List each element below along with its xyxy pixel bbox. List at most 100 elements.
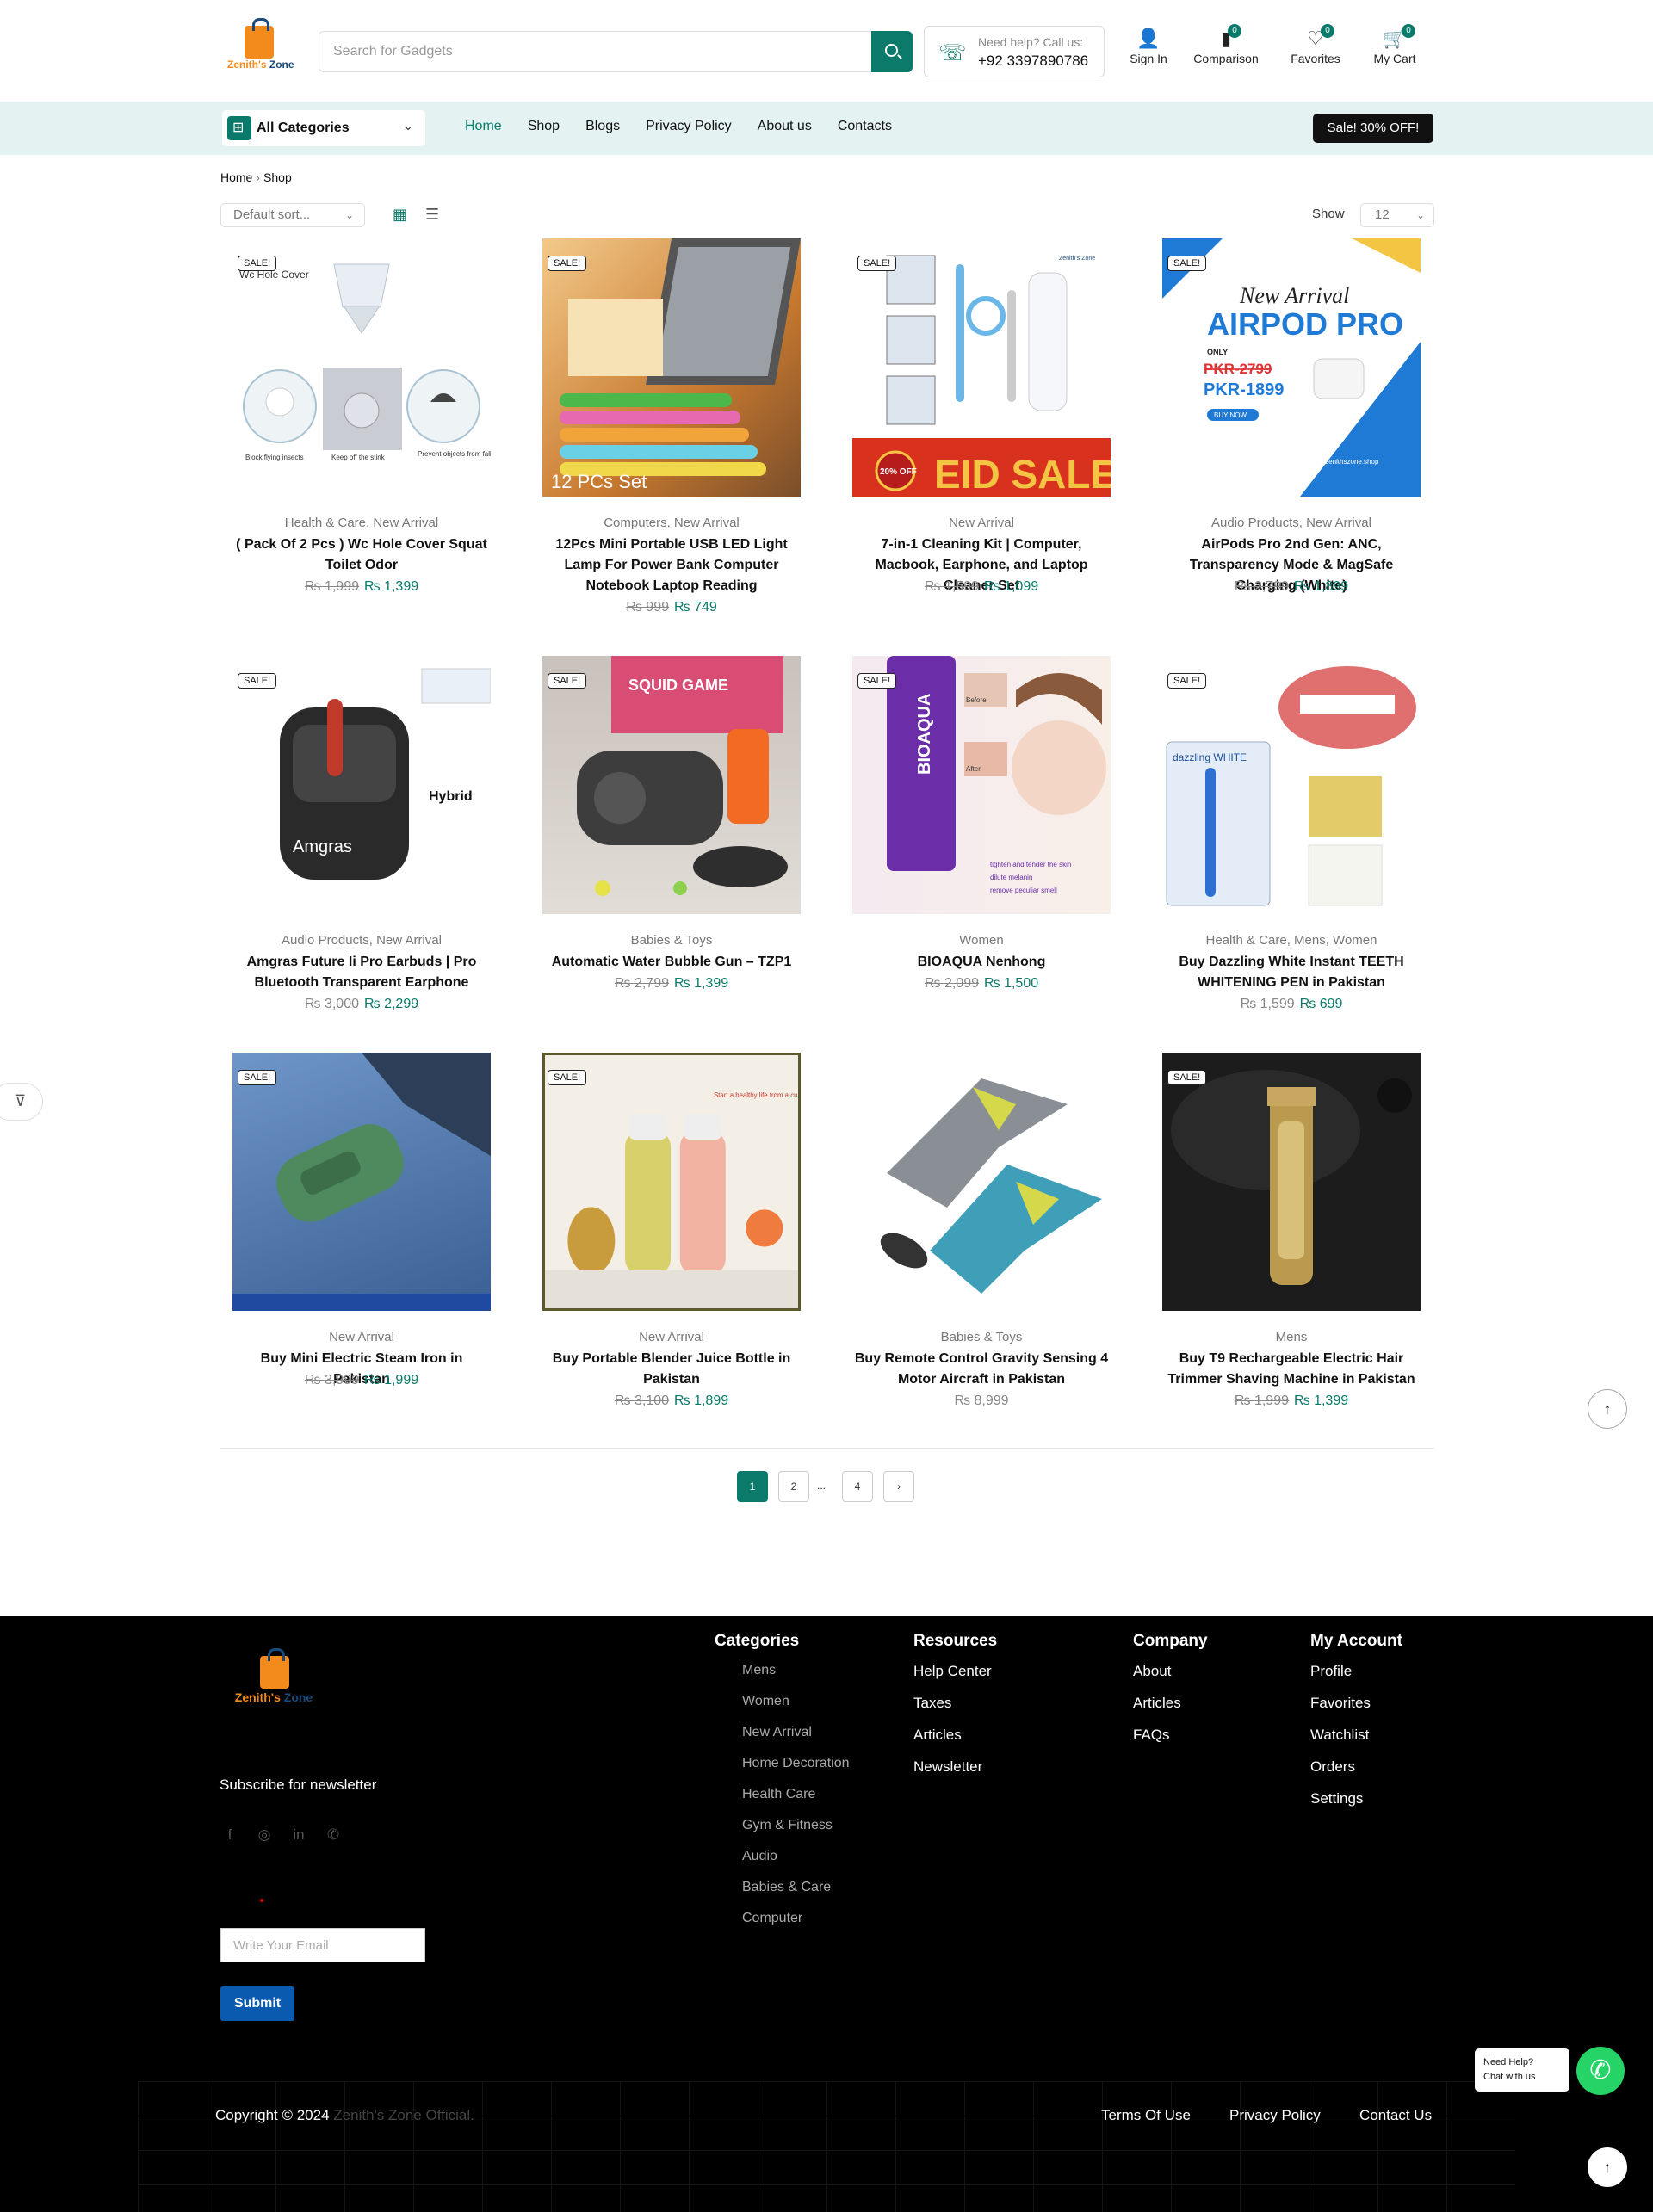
footer-link[interactable]: Babies & Care — [742, 1880, 850, 1895]
product-image[interactable]: BIOAQUA Before After tighten and tender … — [852, 656, 1111, 914]
product-name[interactable]: Automatic Water Bubble Gun – TZP1 — [534, 952, 809, 973]
product-image[interactable]: 12 PCs Set — [542, 238, 801, 497]
product-name[interactable]: Amgras Future Ii Pro Earbuds | Pro Bluet… — [224, 952, 499, 993]
footer-link[interactable]: Audio — [742, 1849, 850, 1864]
nav-privacy-policy[interactable]: Privacy Policy — [646, 119, 732, 134]
chat-widget-label[interactable]: Need Help? Chat with us — [1475, 2048, 1569, 2092]
footer-link[interactable]: Articles — [1133, 1695, 1208, 1712]
footer-link[interactable]: Taxes — [913, 1695, 997, 1712]
footer-scroll-top-button[interactable]: ↑ — [1588, 2147, 1627, 2187]
site-logo[interactable]: Zenith's Zone — [227, 18, 294, 77]
product-category[interactable]: Health & Care, New Arrival — [224, 516, 499, 530]
product-image[interactable]: Zenith's Zone EID SALE 20% OFF — [852, 238, 1111, 497]
list-view-icon[interactable]: ☰ — [425, 207, 441, 222]
footer-link[interactable]: New Arrival — [742, 1725, 850, 1740]
product-card[interactable]: SQUID GAME SALE! Babies & Toys Automatic… — [534, 656, 809, 1035]
footer-link[interactable]: Favorites — [1310, 1695, 1402, 1712]
footer-link[interactable]: Computer — [742, 1911, 850, 1926]
product-card[interactable]: SALE! New Arrival Buy Mini Electric Stea… — [224, 1053, 499, 1431]
product-category[interactable]: Computers, New Arrival — [534, 516, 809, 530]
product-name[interactable]: BIOAQUA Nenhong — [844, 952, 1119, 973]
product-image[interactable]: New Arrival AIRPOD PRO ONLY PKR-2799 PKR… — [1162, 238, 1421, 497]
cart-button[interactable]: 🛒 0 My Cart — [1367, 24, 1422, 77]
whatsapp-chat-button[interactable]: ✆ — [1576, 2047, 1625, 2095]
nav-about-us[interactable]: About us — [758, 119, 812, 134]
footer-link[interactable]: Profile — [1310, 1663, 1402, 1680]
all-categories-dropdown[interactable]: All Categories ⌄ — [222, 110, 425, 146]
footer-logo[interactable]: Zenith's Zone — [232, 1648, 315, 1709]
page-4[interactable]: 4 — [842, 1471, 873, 1502]
help-phone[interactable]: +92 3397890786 — [978, 53, 1088, 70]
product-image[interactable]: Wc Hole Cover Block flying insects Keep … — [232, 238, 491, 497]
product-category[interactable]: Babies & Toys — [534, 933, 809, 948]
footer-link[interactable]: Mens — [742, 1663, 850, 1678]
footer-link[interactable]: About — [1133, 1663, 1208, 1680]
linkedin-icon[interactable]: in — [288, 1826, 309, 1844]
footer-link[interactable]: Articles — [913, 1727, 997, 1744]
whatsapp-icon[interactable]: ✆ — [323, 1826, 344, 1844]
favorites-button[interactable]: ♡ 0 Favorites — [1285, 24, 1347, 77]
filter-button[interactable]: ⊽ — [0, 1083, 43, 1121]
nav-blogs[interactable]: Blogs — [585, 119, 620, 134]
product-category[interactable]: Babies & Toys — [844, 1330, 1119, 1344]
product-image[interactable] — [852, 1053, 1111, 1311]
footer-link[interactable]: Health Care — [742, 1787, 850, 1802]
footer-link[interactable]: Orders — [1310, 1758, 1402, 1776]
search-button[interactable] — [871, 31, 913, 72]
search-input[interactable] — [319, 32, 870, 71]
footer-link[interactable]: Watchlist — [1310, 1727, 1402, 1744]
product-image[interactable]: SQUID GAME — [542, 656, 801, 914]
product-image[interactable]: Start a healthy life from a cup of fresh… — [542, 1053, 801, 1311]
product-card[interactable]: New Arrival AIRPOD PRO ONLY PKR-2799 PKR… — [1154, 238, 1429, 617]
footer-privacy-link[interactable]: Privacy Policy — [1229, 2107, 1321, 2124]
product-category[interactable]: New Arrival — [224, 1330, 499, 1344]
product-name[interactable]: Buy Dazzling White Instant TEETH WHITENI… — [1154, 952, 1429, 993]
product-category[interactable]: New Arrival — [844, 516, 1119, 530]
product-card[interactable]: Zenith's Zone EID SALE 20% OFF SALE! New… — [844, 238, 1119, 617]
product-card[interactable]: Amgras Hybrid SALE! Audio Products, New … — [224, 656, 499, 1035]
product-category[interactable]: Women — [844, 933, 1119, 948]
scroll-to-top-button[interactable]: ↑ — [1588, 1389, 1627, 1429]
footer-link[interactable]: Women — [742, 1694, 850, 1709]
product-category[interactable]: New Arrival — [534, 1330, 809, 1344]
footer-link[interactable]: Newsletter — [913, 1758, 997, 1776]
grid-view-icon[interactable]: ▦ — [393, 207, 408, 222]
product-card[interactable]: Babies & Toys Buy Remote Control Gravity… — [844, 1053, 1119, 1431]
product-category[interactable]: Health & Care, Mens, Women — [1154, 933, 1429, 948]
footer-link[interactable]: Settings — [1310, 1790, 1402, 1807]
product-name[interactable]: Buy T9 Rechargeable Electric Hair Trimme… — [1154, 1349, 1429, 1390]
footer-link[interactable]: FAQs — [1133, 1727, 1208, 1744]
product-card[interactable]: BIOAQUA Before After tighten and tender … — [844, 656, 1119, 1035]
instagram-icon[interactable]: ◎ — [254, 1826, 275, 1844]
sign-in-button[interactable]: 👤 Sign In — [1124, 26, 1173, 77]
sort-dropdown[interactable]: Default sort... ⌄ — [220, 203, 365, 227]
page-2[interactable]: 2 — [778, 1471, 809, 1502]
product-name[interactable]: Buy Remote Control Gravity Sensing 4 Mot… — [844, 1349, 1119, 1390]
footer-contact-link[interactable]: Contact Us — [1359, 2107, 1432, 2124]
footer-link[interactable]: Help Center — [913, 1663, 997, 1680]
product-name[interactable]: 12Pcs Mini Portable USB LED Light Lamp F… — [534, 534, 809, 596]
footer-terms-link[interactable]: Terms Of Use — [1101, 2107, 1191, 2124]
product-card[interactable]: Wc Hole Cover Block flying insects Keep … — [224, 238, 499, 617]
product-category[interactable]: Audio Products, New Arrival — [1154, 516, 1429, 530]
footer-link[interactable]: Home Decoration — [742, 1756, 850, 1771]
nav-home[interactable]: Home — [465, 119, 502, 134]
comparison-button[interactable]: ▮ 0 Comparison — [1186, 24, 1266, 77]
page-1[interactable]: 1 — [737, 1471, 768, 1502]
product-category[interactable]: Audio Products, New Arrival — [224, 933, 499, 948]
newsletter-submit-button[interactable]: Submit — [220, 1986, 294, 2021]
facebook-icon[interactable]: f — [220, 1826, 240, 1844]
product-image[interactable]: Amgras Hybrid — [232, 656, 491, 914]
product-category[interactable]: Mens — [1154, 1330, 1429, 1344]
nav-shop[interactable]: Shop — [528, 119, 560, 134]
product-card[interactable]: Start a healthy life from a cup of fresh… — [534, 1053, 809, 1431]
product-card[interactable]: dazzling WHITE SALE! Health & Care, Mens… — [1154, 656, 1429, 1035]
breadcrumb-home[interactable]: Home — [220, 170, 252, 184]
footer-link[interactable]: Gym & Fitness — [742, 1818, 850, 1833]
show-count-dropdown[interactable]: 12 ⌄ — [1360, 203, 1434, 227]
sale-button[interactable]: Sale! 30% OFF! — [1313, 114, 1433, 143]
next-page-button[interactable]: › — [883, 1471, 914, 1502]
product-card[interactable]: SALE! Mens Buy T9 Rechargeable Electric … — [1154, 1053, 1429, 1431]
product-name[interactable]: ( Pack Of 2 Pcs ) Wc Hole Cover Squat To… — [224, 534, 499, 576]
newsletter-email-input[interactable] — [221, 1929, 424, 1962]
